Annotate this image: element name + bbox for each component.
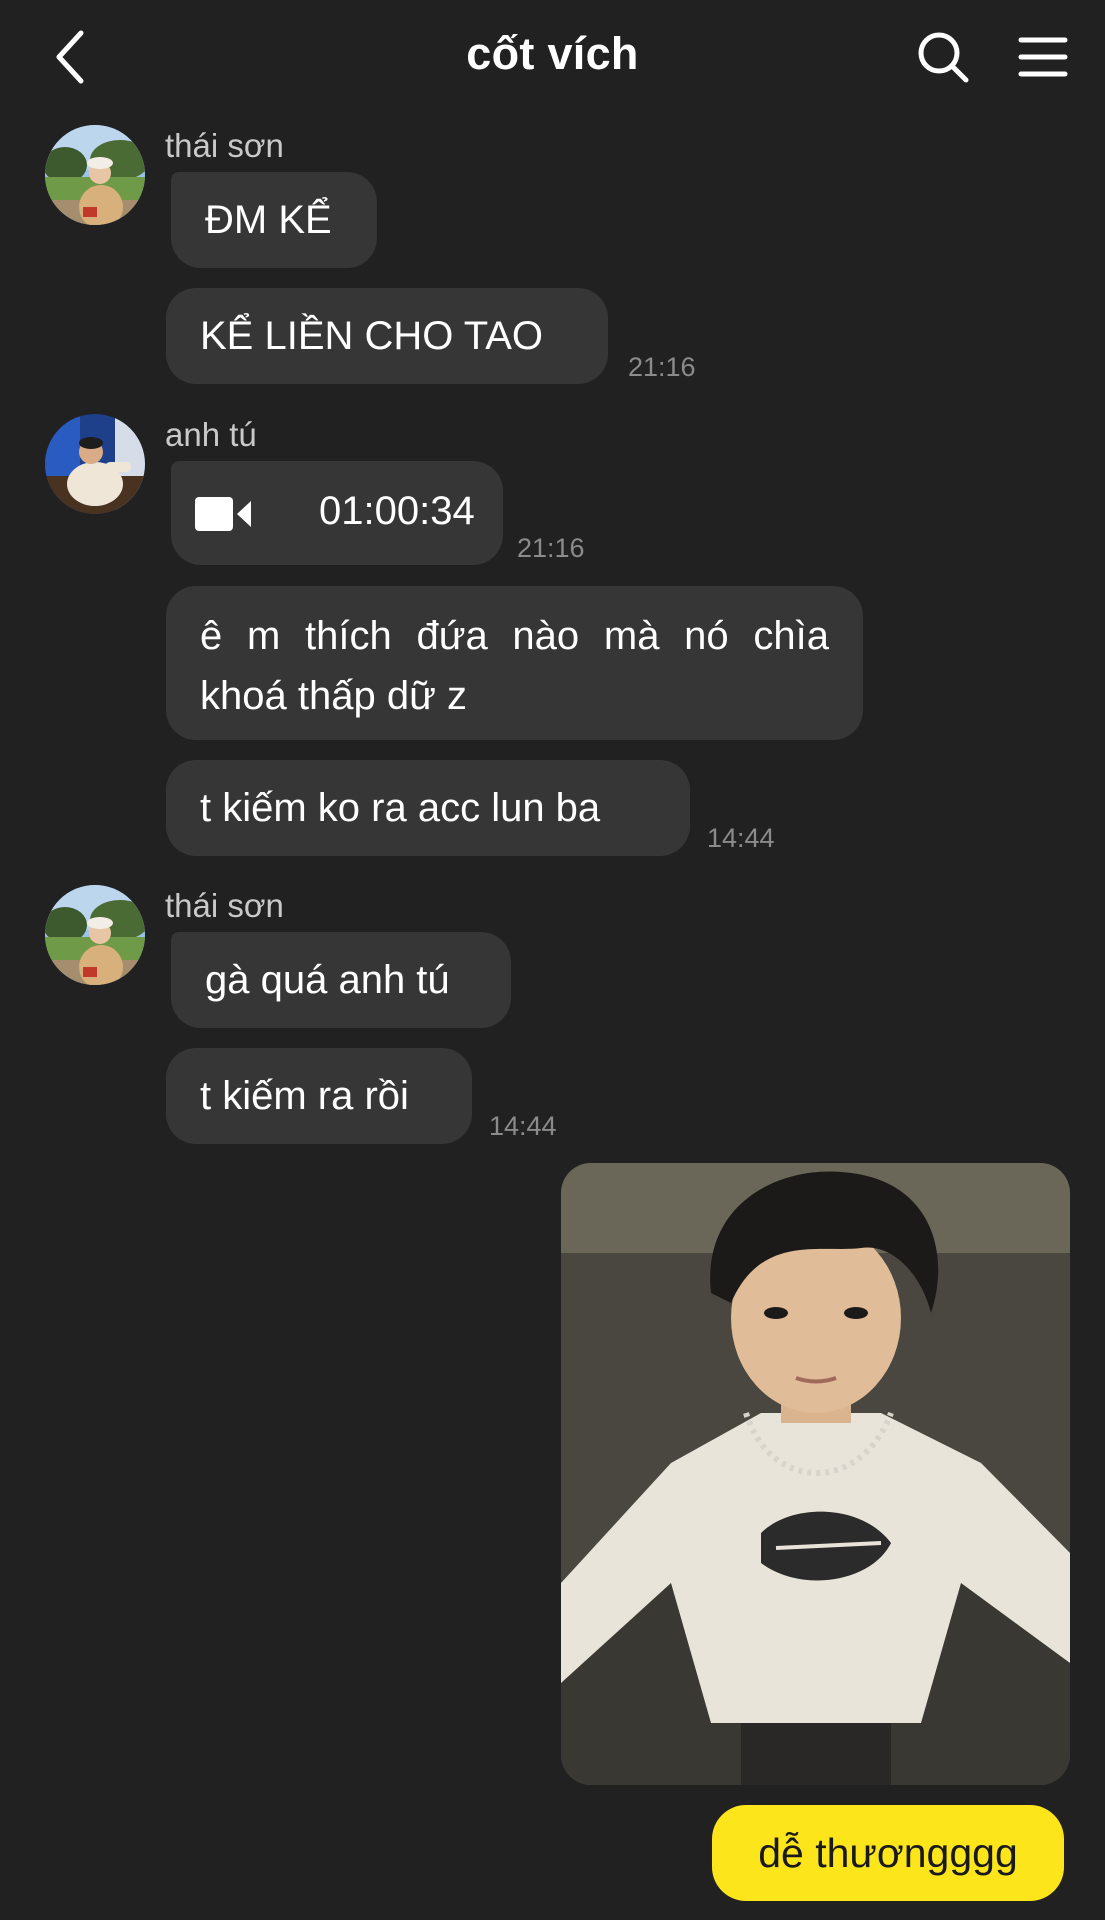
message-timestamp: 21:16 [517,533,585,563]
sender-name: anh tú [165,416,257,453]
selfie-photo[interactable] [561,1163,1070,1785]
sender-name: thái sơn [165,887,284,924]
outgoing-message-bubble[interactable]: dễ thươngggg [712,1805,1064,1901]
message-bubble[interactable]: t kiếm ko ra acc lun ba [166,760,690,856]
video-call-bubble[interactable]: 01:00:34 [171,461,503,565]
message-bubble[interactable]: ĐM KỂ [171,172,377,268]
avatar-anh-tu[interactable] [45,414,145,514]
search-button[interactable] [910,24,976,90]
search-icon [918,32,969,83]
hamburger-menu-icon [1018,37,1068,77]
message-timestamp: 14:44 [707,823,775,853]
avatar-photo [45,885,145,985]
sender-name: thái sơn [165,127,284,164]
menu-button[interactable] [1010,24,1076,90]
avatar-photo [45,125,145,225]
avatar-thai-son[interactable] [45,125,145,225]
message-bubble[interactable]: KỂ LIỀN CHO TAO [166,288,608,384]
message-bubble[interactable]: t kiếm ra rồi [166,1048,472,1144]
message-timestamp: 14:44 [489,1111,557,1141]
chat-header: cốt vích [0,0,1105,112]
avatar-thai-son[interactable] [45,885,145,985]
call-duration: 01:00:34 [319,489,475,533]
message-timestamp: 21:16 [628,352,696,382]
message-bubble[interactable]: ê m thích đứa nào mà nó chìa khoá thấp d… [166,586,863,740]
video-camera-icon [195,497,251,531]
message-bubble[interactable]: gà quá anh tú [171,932,511,1028]
avatar-photo [45,414,145,514]
photo-image [561,1163,1070,1785]
